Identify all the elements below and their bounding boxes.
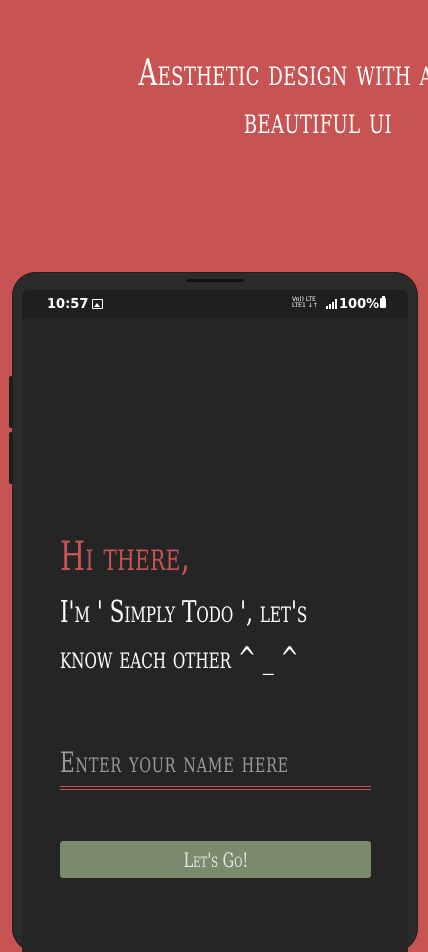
- network-line-2: LTE1 ↓↑: [292, 302, 318, 309]
- intro-line-2: know each other ^ _ ^: [60, 641, 299, 676]
- name-input[interactable]: [60, 748, 371, 787]
- greeting-heading: Hi there,: [60, 534, 191, 580]
- app-screen: 10:57 Vo)) LTE LTE1 ↓↑ 100% Hi there, I'…: [22, 290, 408, 952]
- promo-headline: Aesthetic design with a beautiful ui: [138, 50, 428, 146]
- promo-headline-line-2: beautiful ui: [243, 101, 392, 142]
- battery-percent: 100%: [339, 297, 380, 312]
- gallery-icon: [92, 299, 103, 309]
- phone-speaker: [186, 279, 244, 282]
- lets-go-button[interactable]: Let's Go!: [60, 841, 371, 878]
- signal-icon: [326, 299, 337, 309]
- intro-line-1: I'm ' Simply Todo ', let's: [60, 595, 308, 630]
- intro-text: I'm ' Simply Todo ', let's know each oth…: [60, 590, 307, 682]
- promo-screen: { "promo": { "headline_line1": "Aestheti…: [0, 0, 428, 952]
- status-bar: 10:57 Vo)) LTE LTE1 ↓↑ 100%: [22, 290, 408, 318]
- lets-go-label: Let's Go!: [183, 847, 248, 872]
- name-input-underline: [60, 789, 371, 790]
- volume-up-button: [9, 376, 13, 428]
- volume-down-button: [9, 432, 13, 484]
- status-time: 10:57: [47, 297, 89, 312]
- promo-headline-line-1: Aesthetic design with a: [138, 53, 428, 94]
- phone-frame: 10:57 Vo)) LTE LTE1 ↓↑ 100% Hi there, I'…: [9, 272, 418, 952]
- network-indicator: Vo)) LTE LTE1 ↓↑: [292, 297, 318, 309]
- battery-icon: [380, 296, 386, 308]
